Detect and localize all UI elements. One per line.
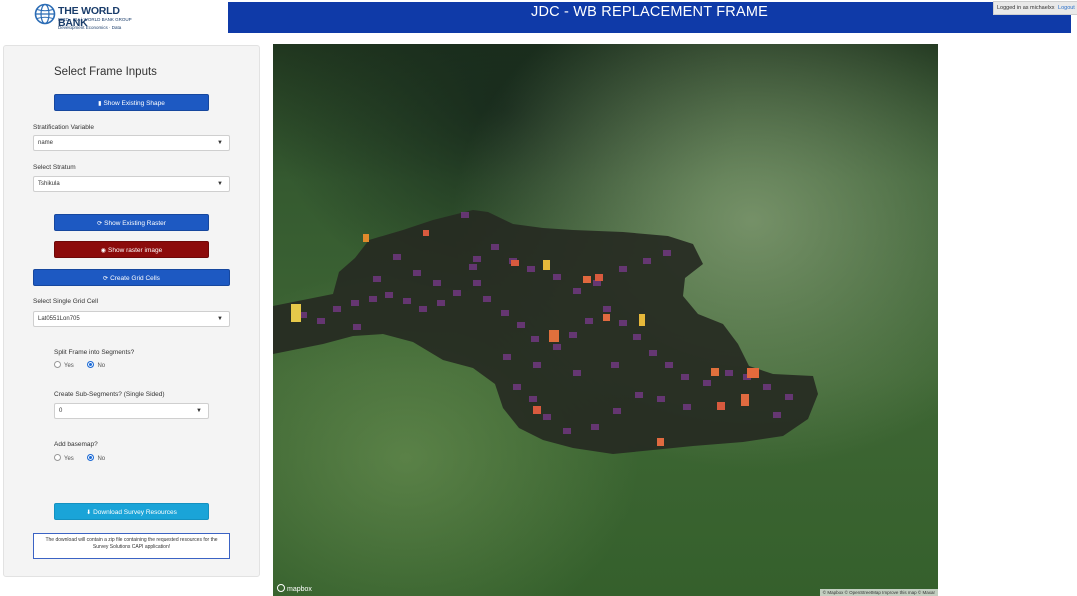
map-canvas xyxy=(273,44,938,596)
show-existing-raster-button[interactable]: ⟳ Show Existing Raster xyxy=(54,214,209,231)
logout-link[interactable]: Logout xyxy=(1058,5,1075,11)
world-bank-logo: THE WORLD BANK IBRD · IDA | WORLD BANK G… xyxy=(34,3,144,35)
logo-subtitle: IBRD · IDA | WORLD BANK GROUP xyxy=(58,17,132,22)
download-icon: ⬇ xyxy=(86,510,92,516)
stratum-select[interactable]: Tshikula ▼ xyxy=(33,176,230,192)
basemap-radio-group: Yes No xyxy=(54,454,117,462)
sidebar-panel: Select Frame Inputs ▮ Show Existing Shape… xyxy=(3,45,260,577)
globe-icon xyxy=(34,3,56,25)
show-existing-shape-button[interactable]: ▮ Show Existing Shape xyxy=(54,94,209,111)
split-yes-option[interactable]: Yes xyxy=(54,361,74,369)
sidebar-title: Select Frame Inputs xyxy=(54,66,157,78)
caret-down-icon: ▼ xyxy=(217,140,223,146)
radio-yes[interactable] xyxy=(54,361,61,368)
map-attribution[interactable]: © Mapbox © OpenStreetMap Improve this ma… xyxy=(819,589,938,596)
caret-down-icon: ▼ xyxy=(196,408,202,414)
stratification-label: Stratification Variable xyxy=(33,124,94,131)
page-title: JDC - WB REPLACEMENT FRAME xyxy=(228,2,1071,33)
grid-cell-select[interactable]: Lat0551Lon705 ▼ xyxy=(33,311,230,327)
show-raster-image-button[interactable]: ◉ Show raster image xyxy=(54,241,209,258)
basemap-no-option[interactable]: No xyxy=(87,454,105,462)
stratum-label: Select Stratum xyxy=(33,164,76,171)
grid-cell-label: Select Single Grid Cell xyxy=(33,298,99,305)
sub-segments-label: Create Sub-Segments? (Single Sided) xyxy=(54,391,165,398)
file-icon: ▮ xyxy=(98,101,102,107)
split-no-option[interactable]: No xyxy=(87,361,105,369)
satellite-map[interactable]: mapbox © Mapbox © OpenStreetMap Improve … xyxy=(273,44,938,596)
stratification-select[interactable]: name ▼ xyxy=(33,135,230,151)
download-note: The download will contain a zip file con… xyxy=(33,533,230,559)
radio-no-selected[interactable] xyxy=(87,361,95,368)
sub-segments-select[interactable]: 0 ▼ xyxy=(54,403,209,419)
create-grid-cells-button[interactable]: ⟳ Create Grid Cells xyxy=(33,269,230,286)
download-survey-resources-button[interactable]: ⬇ Download Survey Resources xyxy=(54,503,209,520)
logged-in-text: Logged in as michaelxx xyxy=(997,5,1055,11)
basemap-yes-option[interactable]: Yes xyxy=(54,454,74,462)
caret-down-icon: ▼ xyxy=(217,181,223,187)
user-box: Logged in as michaelxx Logout xyxy=(993,1,1077,15)
caret-down-icon: ▼ xyxy=(217,316,223,322)
radio-no-selected[interactable] xyxy=(87,454,95,461)
mapbox-logo[interactable]: mapbox xyxy=(277,584,312,593)
mapbox-icon xyxy=(277,584,285,592)
split-frame-label: Split Frame into Segments? xyxy=(54,349,135,356)
logo-subtitle-2: Development Economics · Data xyxy=(58,25,122,30)
split-frame-radio-group: Yes No xyxy=(54,361,117,369)
radio-yes[interactable] xyxy=(54,454,61,461)
refresh-icon: ⟳ xyxy=(97,221,103,227)
refresh-icon: ⟳ xyxy=(103,276,109,282)
basemap-label: Add basemap? xyxy=(54,441,98,448)
eye-icon: ◉ xyxy=(100,248,107,254)
